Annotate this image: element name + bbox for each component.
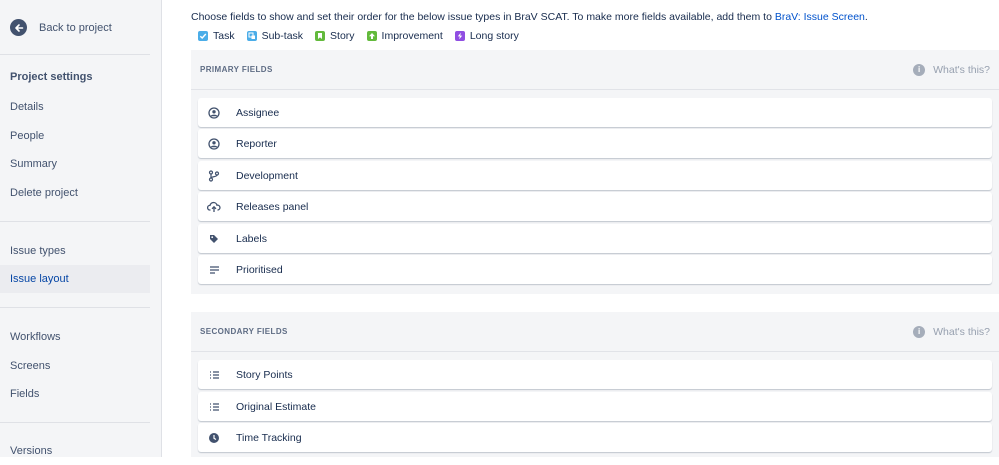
field-label: Time Tracking: [236, 431, 302, 444]
whats-this-label: What's this?: [933, 325, 990, 338]
tag-icon: [207, 232, 221, 246]
branch-icon: [207, 169, 221, 183]
info-icon: i: [913, 325, 926, 338]
issue-type-label: Improvement: [381, 30, 443, 42]
sidebar-divider: [0, 221, 150, 222]
clock-icon: [207, 431, 221, 445]
primary-fields-title: PRIMARY FIELDS: [200, 65, 273, 74]
bolt-icon: [454, 31, 465, 41]
sidebar-item-delete-project[interactable]: Delete project: [0, 179, 150, 207]
subtask-icon: [246, 31, 257, 41]
issue-type-improvement: Improvement: [366, 30, 443, 42]
sidebar-item-summary[interactable]: Summary: [0, 150, 150, 178]
sidebar-section-title: Project settings: [10, 71, 93, 83]
cloud-upload-icon: [207, 200, 221, 214]
info-icon: i: [913, 63, 926, 76]
primary-fields-panel: PRIMARY FIELDS i What's this? Assignee R…: [191, 50, 999, 294]
user-icon: [207, 137, 221, 151]
issue-type-story: Story: [315, 30, 355, 42]
secondary-fields-panel: SECONDARY FIELDS i What's this? Story Po…: [191, 312, 999, 457]
field-prioritised[interactable]: Prioritised: [198, 255, 992, 284]
issue-type-list: Task Sub-task Story Improvement Long sto…: [198, 30, 519, 42]
field-label: Labels: [236, 232, 267, 245]
sidebar-item-workflows[interactable]: Workflows: [0, 323, 150, 351]
secondary-fields-header: SECONDARY FIELDS i What's this?: [191, 312, 999, 352]
sidebar-item-issue-types[interactable]: Issue types: [0, 237, 150, 265]
user-icon: [207, 106, 221, 120]
issue-type-label: Story: [330, 30, 355, 42]
primary-fields-header: PRIMARY FIELDS i What's this?: [191, 50, 999, 90]
back-to-project-link[interactable]: Back to project: [10, 19, 112, 36]
list-icon: [207, 400, 221, 414]
project-sidebar: Back to project Project settings Details…: [0, 0, 162, 457]
issue-type-label: Sub-task: [261, 30, 304, 42]
sidebar-divider: [0, 307, 150, 308]
field-assignee[interactable]: Assignee: [198, 98, 992, 127]
issue-screen-link[interactable]: BraV: Issue Screen: [775, 11, 865, 23]
whats-this-label: What's this?: [933, 63, 990, 76]
whats-this-link[interactable]: i What's this?: [913, 325, 990, 338]
field-story-points[interactable]: Story Points: [198, 360, 992, 389]
sidebar-item-fields[interactable]: Fields: [0, 380, 150, 408]
field-releases-panel[interactable]: Releases panel: [198, 192, 992, 221]
back-label: Back to project: [39, 21, 112, 34]
issue-type-label: Task: [213, 30, 235, 42]
issue-type-long-story: Long story: [454, 30, 519, 42]
secondary-fields-title: SECONDARY FIELDS: [200, 327, 288, 336]
intro-text: Choose fields to show and set their orde…: [191, 11, 868, 23]
text-lines-icon: [207, 263, 221, 277]
issue-type-task: Task: [198, 30, 235, 42]
arrow-left-icon: [10, 19, 27, 36]
bookmark-icon: [315, 31, 326, 41]
intro-text-end: .: [864, 11, 868, 23]
sidebar-item-details[interactable]: Details: [0, 93, 150, 121]
field-time-tracking[interactable]: Time Tracking: [198, 423, 992, 452]
issue-type-subtask: Sub-task: [246, 30, 304, 42]
list-icon: [207, 368, 221, 382]
field-labels[interactable]: Labels: [198, 224, 992, 253]
field-label: Development: [236, 169, 298, 182]
field-label: Prioritised: [236, 263, 283, 276]
field-label: Original Estimate: [236, 400, 316, 413]
field-label: Releases panel: [236, 200, 309, 213]
field-development[interactable]: Development: [198, 161, 992, 190]
issue-type-label: Long story: [469, 30, 519, 42]
sidebar-item-versions[interactable]: Versions: [0, 437, 150, 465]
arrow-up-icon: [366, 31, 377, 41]
sidebar-item-people[interactable]: People: [0, 122, 150, 150]
whats-this-link[interactable]: i What's this?: [913, 63, 990, 76]
field-label: Story Points: [236, 368, 293, 381]
field-original-estimate[interactable]: Original Estimate: [198, 392, 992, 421]
sidebar-divider: [0, 54, 150, 55]
field-label: Reporter: [236, 137, 277, 150]
sidebar-item-issue-layout[interactable]: Issue layout: [0, 265, 150, 293]
check-icon: [198, 31, 208, 41]
intro-text-body: Choose fields to show and set their orde…: [191, 11, 775, 23]
field-label: Assignee: [236, 106, 280, 119]
sidebar-divider: [0, 422, 150, 423]
sidebar-item-screens[interactable]: Screens: [0, 352, 150, 380]
field-reporter[interactable]: Reporter: [198, 129, 992, 158]
